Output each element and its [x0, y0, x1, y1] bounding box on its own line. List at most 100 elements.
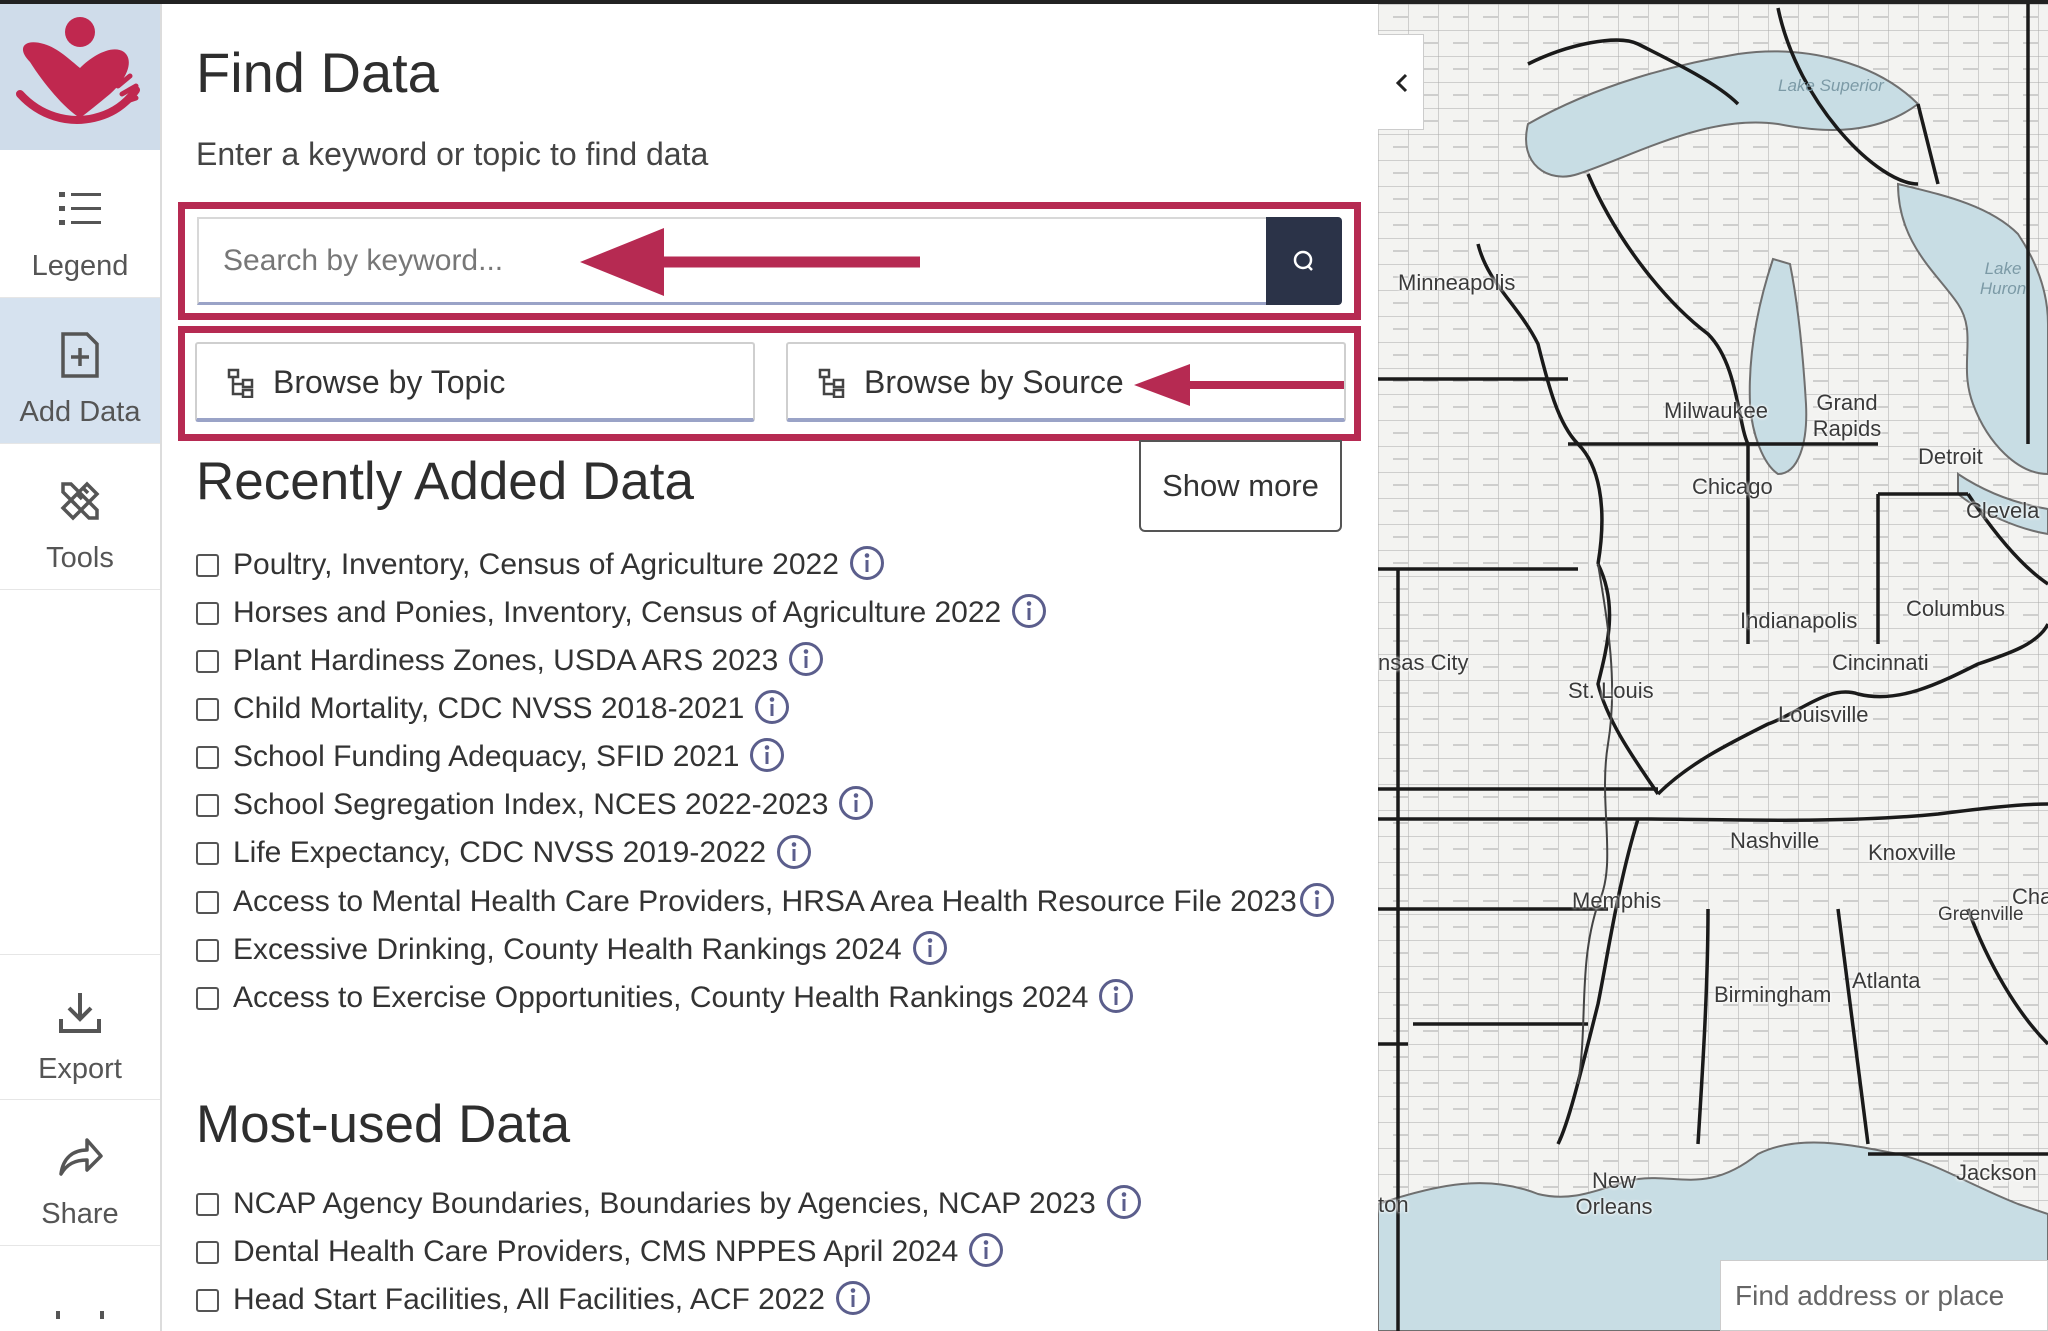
- city-label: Chicago: [1692, 474, 1773, 499]
- page-title: Find Data: [196, 41, 439, 104]
- list-item: Life Expectancy, CDC NVSS 2019-2022: [196, 834, 1356, 872]
- checkbox[interactable]: [196, 650, 219, 674]
- recent-data-list: Poultry, Inventory, Census of Agricultur…: [196, 546, 1356, 1027]
- city-label: Knoxville: [1868, 840, 1957, 865]
- checkbox[interactable]: [196, 842, 219, 866]
- city-label: Minneapolis: [1398, 270, 1516, 295]
- partial-icon: [56, 1311, 104, 1319]
- checkbox[interactable]: [196, 1193, 219, 1216]
- list-item: Plant Hardiness Zones, USDA ARS 2023: [196, 642, 1356, 680]
- nav-legend-label: Legend: [31, 250, 129, 282]
- info-icon[interactable]: [754, 689, 790, 725]
- browse-by-source-label: Browse by Source: [864, 364, 1124, 400]
- list-item: Excessive Drinking, County Health Rankin…: [196, 930, 1356, 969]
- checkbox[interactable]: [196, 602, 219, 626]
- info-icon[interactable]: [838, 785, 874, 821]
- city-label: Columbus: [1906, 596, 2006, 621]
- find-address-input[interactable]: [1720, 1260, 2048, 1331]
- nav-rail: Legend Add Data Tools Export Share: [0, 4, 162, 1331]
- tree-icon: [227, 368, 254, 398]
- checkbox[interactable]: [196, 698, 219, 722]
- info-icon[interactable]: [968, 1232, 1004, 1268]
- info-icon[interactable]: [1098, 978, 1134, 1014]
- annotation-arrow-search: [580, 228, 920, 296]
- nav-share-label: Share: [41, 1198, 119, 1230]
- city-label: Louisville: [1778, 702, 1869, 727]
- info-icon[interactable]: [1011, 593, 1047, 629]
- list-item-label: Poultry, Inventory, Census of Agricultur…: [233, 548, 839, 581]
- info-icon[interactable]: [788, 641, 824, 677]
- list-item-label: Access to Exercise Opportunities, County…: [233, 980, 1089, 1014]
- list-item-label: Dental Health Care Providers, CMS NPPES …: [233, 1235, 959, 1269]
- nav-add-data[interactable]: Add Data: [0, 298, 160, 444]
- info-icon[interactable]: [912, 930, 948, 966]
- page-subtitle: Enter a keyword or topic to find data: [196, 136, 709, 172]
- nav-tools-label: Tools: [46, 542, 114, 574]
- checkbox[interactable]: [196, 890, 219, 914]
- info-icon[interactable]: [835, 1280, 871, 1316]
- city-label: Jackson: [1956, 1160, 2037, 1185]
- checkbox[interactable]: [196, 1241, 219, 1265]
- lake-label-text: Lake Superior: [1778, 76, 1884, 95]
- list-item: Horses and Ponies, Inventory, Census of …: [196, 594, 1356, 632]
- list-item-label: Access to Mental Health Care Providers, …: [233, 884, 1297, 918]
- checkbox[interactable]: [196, 1289, 219, 1313]
- checkbox[interactable]: [196, 554, 219, 577]
- nav-tools[interactable]: Tools: [0, 444, 160, 590]
- city-label: nsas City: [1378, 650, 1469, 675]
- map-view[interactable]: Lake Superior Lake Huron Minneapolis Mil…: [1378, 4, 2048, 1331]
- add-file-icon: [61, 332, 99, 378]
- checkbox[interactable]: [196, 986, 219, 1010]
- list-item: Dental Health Care Providers, CMS NPPES …: [196, 1233, 1356, 1271]
- collapse-panel-button[interactable]: [1378, 34, 1424, 130]
- city-label: Milwaukee: [1664, 398, 1768, 423]
- browse-by-topic-button[interactable]: Browse by Topic: [195, 342, 755, 422]
- list-item-label: Excessive Drinking, County Health Rankin…: [233, 932, 902, 966]
- annotation-arrow-source: [1134, 364, 1344, 406]
- nav-export[interactable]: Export: [0, 954, 160, 1100]
- list-icon: [59, 192, 101, 225]
- most-used-heading: Most-used Data: [196, 1095, 571, 1154]
- list-item: Poultry, Inventory, Census of Agricultur…: [196, 546, 1356, 584]
- county-map[interactable]: [1378, 4, 2048, 1331]
- list-item: Access to Exercise Opportunities, County…: [196, 978, 1356, 1017]
- info-icon[interactable]: [849, 545, 885, 581]
- list-item-label: NCAP Agency Boundaries, Boundaries by Ag…: [233, 1187, 1096, 1220]
- city-label: Cincinnati: [1832, 650, 1929, 675]
- search-button[interactable]: [1266, 217, 1342, 305]
- list-item-label: Plant Hardiness Zones, USDA ARS 2023: [233, 644, 779, 678]
- browse-by-topic-label: Browse by Topic: [273, 364, 506, 400]
- city-label: Birmingham: [1714, 982, 1832, 1007]
- list-item: Head Start Facilities, All Facilities, A…: [196, 1281, 1356, 1319]
- nav-share[interactable]: Share: [0, 1100, 160, 1246]
- city-label: Detroit: [1918, 444, 1983, 469]
- city-label: Clevela: [1966, 498, 2040, 523]
- info-icon[interactable]: [776, 834, 812, 870]
- ruler-pencil-icon: [60, 481, 100, 521]
- download-icon: [59, 993, 101, 1033]
- city-label: Memphis: [1572, 888, 1662, 913]
- lake-label-text: Lake Huron: [1979, 259, 2027, 298]
- list-item-label: School Funding Adequacy, SFID 2021: [233, 740, 740, 774]
- show-more-button[interactable]: Show more: [1139, 440, 1342, 532]
- recently-added-heading: Recently Added Data: [196, 452, 694, 511]
- checkbox[interactable]: [196, 938, 219, 962]
- checkbox[interactable]: [196, 794, 219, 818]
- list-item-label: School Segregation Index, NCES 2022-2023: [233, 788, 829, 822]
- nav-more-partial[interactable]: [52, 1307, 108, 1321]
- lake-label: Lake Huron: [1963, 259, 2043, 299]
- info-icon[interactable]: [1106, 1184, 1142, 1220]
- nav-legend[interactable]: Legend: [0, 152, 160, 298]
- info-icon[interactable]: [1299, 882, 1335, 918]
- find-data-panel: Find Data Enter a keyword or topic to fi…: [162, 4, 1377, 1331]
- nav-export-label: Export: [38, 1053, 122, 1085]
- checkbox[interactable]: [196, 746, 219, 770]
- chevron-left-icon: [1395, 73, 1408, 93]
- app-logo[interactable]: [0, 4, 160, 150]
- city-label: Atlanta: [1852, 968, 1921, 993]
- most-used-data-list: NCAP Agency Boundaries, Boundaries by Ag…: [196, 1185, 1356, 1329]
- info-icon[interactable]: [749, 737, 785, 773]
- tree-icon: [818, 368, 845, 398]
- lake-label: Lake Superior: [1778, 76, 1884, 96]
- list-item: School Segregation Index, NCES 2022-2023: [196, 786, 1356, 824]
